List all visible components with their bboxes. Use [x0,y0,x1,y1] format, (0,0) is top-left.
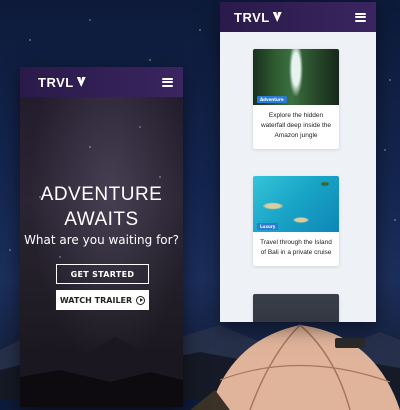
card-image [253,294,339,322]
hero-title-line1: ADVENTURE [40,184,163,205]
hero-title: ADVENTURE AWAITS [20,182,183,232]
logo-mark-icon [77,77,86,87]
hamburger-menu-icon[interactable] [355,12,366,22]
tent-image [190,324,400,410]
nav-bar: TRVL [20,67,183,97]
nav-bar-secondary: TRVL [220,2,376,32]
category-badge: Adventure [257,96,287,103]
card-description: Explore the hidden waterfall deep inside… [260,112,332,139]
brand-logo[interactable]: TRVL [38,75,86,90]
get-started-button[interactable]: GET STARTED [56,264,149,284]
destination-card[interactable] [253,294,339,322]
watch-trailer-label: WATCH TRAILER [59,295,133,305]
mobile-hero-screen: TRVL ADVENTURE AWAITS What are you waiti… [20,67,183,407]
brand-logo-secondary[interactable]: TRVL [234,10,282,25]
logo-text: TRVL [234,9,270,25]
watch-trailer-button[interactable]: WATCH TRAILER [56,290,149,310]
island-image: Luxury [253,176,339,232]
hero-title-line2: AWAITS [64,209,139,230]
destination-card[interactable]: Luxury Travel through the Island of Bali… [253,176,339,266]
waterfall-image: Adventure [253,49,339,105]
logo-mark-icon [273,12,282,22]
category-badge: Luxury [257,223,279,230]
hero-mountain-silhouette [20,337,183,407]
logo-text: TRVL [38,74,74,90]
hamburger-menu-icon[interactable] [162,77,173,87]
play-circle-icon [136,295,146,305]
card-description: Travel through the Island of Bali in a p… [260,239,332,256]
mobile-cards-screen: TRVL Adventure Explore the hidden waterf… [220,2,376,322]
hero-subtitle: What are you waiting for? [24,233,179,247]
destination-card[interactable]: Adventure Explore the hidden waterfall d… [253,49,339,149]
get-started-label: GET STARTED [70,269,135,279]
